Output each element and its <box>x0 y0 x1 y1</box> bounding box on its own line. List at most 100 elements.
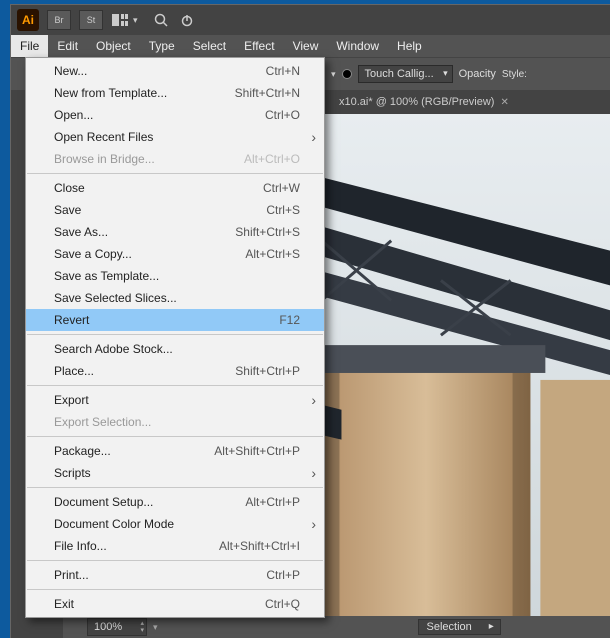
menu-separator <box>27 487 323 488</box>
menu-item-shortcut: Alt+Shift+Ctrl+I <box>219 539 300 553</box>
stock-icon[interactable]: St <box>79 10 103 30</box>
menu-file[interactable]: File <box>11 35 48 57</box>
menu-item-label: New... <box>54 64 266 78</box>
menu-item-label: Search Adobe Stock... <box>54 342 300 356</box>
menu-effect[interactable]: Effect <box>235 35 283 57</box>
menu-item-print[interactable]: Print...Ctrl+P <box>26 564 324 586</box>
menu-item-shortcut: Ctrl+P <box>266 568 300 582</box>
menu-item-label: Document Setup... <box>54 495 245 509</box>
menu-item-document-color-mode[interactable]: Document Color Mode <box>26 513 324 535</box>
zoom-value: 100% <box>94 621 122 633</box>
menu-item-shortcut: F12 <box>279 313 300 327</box>
menu-item-browse-in-bridge: Browse in Bridge...Alt+Ctrl+O <box>26 148 324 170</box>
menu-item-document-setup[interactable]: Document Setup...Alt+Ctrl+P <box>26 491 324 513</box>
zoom-field[interactable]: 100% ▴▾ <box>87 618 147 636</box>
menu-type[interactable]: Type <box>140 35 184 57</box>
menu-separator <box>27 560 323 561</box>
menu-item-open-recent-files[interactable]: Open Recent Files <box>26 126 324 148</box>
ai-logo: Ai <box>17 9 39 31</box>
close-icon[interactable]: ✕ <box>500 97 508 108</box>
menu-item-close[interactable]: CloseCtrl+W <box>26 177 324 199</box>
menu-item-export[interactable]: Export <box>26 389 324 411</box>
menu-item-scripts[interactable]: Scripts <box>26 462 324 484</box>
menu-item-label: Save as Template... <box>54 269 300 283</box>
menu-item-label: Exit <box>54 597 265 611</box>
menu-item-open[interactable]: Open...Ctrl+O <box>26 104 324 126</box>
app-window: Ai Br St ▾ File Edit Object Type Select … <box>10 4 610 638</box>
menu-item-label: Export <box>54 393 300 407</box>
menu-item-label: Save a Copy... <box>54 247 245 261</box>
titlebar: Ai Br St ▾ <box>11 5 610 35</box>
menu-item-shortcut: Shift+Ctrl+N <box>235 86 300 100</box>
menubar: File Edit Object Type Select Effect View… <box>11 35 610 57</box>
menu-item-new-from-template[interactable]: New from Template...Shift+Ctrl+N <box>26 82 324 104</box>
document-tab[interactable]: x10.ai* @ 100% (RGB/Preview) ✕ <box>331 92 517 112</box>
menu-item-shortcut: Ctrl+W <box>263 181 300 195</box>
menu-item-label: Open... <box>54 108 265 122</box>
chevron-down-icon[interactable]: ▾ <box>133 15 138 26</box>
menu-item-save-a-copy[interactable]: Save a Copy...Alt+Ctrl+S <box>26 243 324 265</box>
menu-item-label: Document Color Mode <box>54 517 300 531</box>
menu-window[interactable]: Window <box>327 35 388 57</box>
menu-item-shortcut: Ctrl+Q <box>265 597 300 611</box>
menu-item-shortcut: Ctrl+O <box>265 108 300 122</box>
menu-item-label: Browse in Bridge... <box>54 152 244 166</box>
menu-separator <box>27 436 323 437</box>
menu-item-save[interactable]: SaveCtrl+S <box>26 199 324 221</box>
menu-item-label: Open Recent Files <box>54 130 300 144</box>
brush-dropdown[interactable]: Touch Callig... <box>358 65 453 83</box>
menu-item-shortcut: Alt+Shift+Ctrl+P <box>214 444 300 458</box>
menu-item-shortcut: Alt+Ctrl+S <box>245 247 300 261</box>
menu-item-search-adobe-stock[interactable]: Search Adobe Stock... <box>26 338 324 360</box>
menu-item-label: Revert <box>54 313 279 327</box>
stepper-arrows-icon[interactable]: ▴▾ <box>140 620 144 634</box>
menu-view[interactable]: View <box>284 35 328 57</box>
menu-item-save-as[interactable]: Save As...Shift+Ctrl+S <box>26 221 324 243</box>
menu-item-label: Package... <box>54 444 214 458</box>
menu-select[interactable]: Select <box>184 35 235 57</box>
menu-item-export-selection: Export Selection... <box>26 411 324 433</box>
menu-item-label: Print... <box>54 568 266 582</box>
stroke-swatch[interactable] <box>342 69 352 79</box>
menu-item-revert[interactable]: RevertF12 <box>26 309 324 331</box>
menu-item-package[interactable]: Package...Alt+Shift+Ctrl+P <box>26 440 324 462</box>
chevron-down-icon[interactable]: ▾ <box>331 69 336 80</box>
file-menu-dropdown: New...Ctrl+NNew from Template...Shift+Ct… <box>25 57 325 618</box>
menu-item-label: New from Template... <box>54 86 235 100</box>
tab-title: x10.ai* @ 100% (RGB/Preview) <box>339 96 494 108</box>
menu-separator <box>27 589 323 590</box>
power-icon[interactable] <box>178 10 196 30</box>
menu-item-label: Save As... <box>54 225 235 239</box>
menu-item-label: Close <box>54 181 263 195</box>
menu-item-shortcut: Shift+Ctrl+S <box>235 225 300 239</box>
menu-item-label: Export Selection... <box>54 415 300 429</box>
menu-item-save-as-template[interactable]: Save as Template... <box>26 265 324 287</box>
menu-item-label: Scripts <box>54 466 300 480</box>
menu-item-label: Save <box>54 203 266 217</box>
menu-item-label: Place... <box>54 364 235 378</box>
menu-object[interactable]: Object <box>87 35 140 57</box>
arrange-icon[interactable] <box>111 10 129 30</box>
menu-item-exit[interactable]: ExitCtrl+Q <box>26 593 324 615</box>
menu-item-shortcut: Alt+Ctrl+O <box>244 152 300 166</box>
chevron-down-icon[interactable]: ▾ <box>153 622 158 633</box>
menu-item-save-selected-slices[interactable]: Save Selected Slices... <box>26 287 324 309</box>
menu-separator <box>27 173 323 174</box>
menu-separator <box>27 385 323 386</box>
menu-edit[interactable]: Edit <box>48 35 87 57</box>
menu-help[interactable]: Help <box>388 35 431 57</box>
menu-separator <box>27 334 323 335</box>
status-bar: 100% ▴▾ ▾ Selection <box>63 616 610 638</box>
bridge-icon[interactable]: Br <box>47 10 71 30</box>
menu-item-label: Save Selected Slices... <box>54 291 300 305</box>
menu-item-file-info[interactable]: File Info...Alt+Shift+Ctrl+I <box>26 535 324 557</box>
menu-item-shortcut: Shift+Ctrl+P <box>235 364 300 378</box>
search-icon[interactable] <box>152 10 170 30</box>
menu-item-shortcut: Alt+Ctrl+P <box>245 495 300 509</box>
menu-item-shortcut: Ctrl+N <box>266 64 300 78</box>
menu-item-shortcut: Ctrl+S <box>266 203 300 217</box>
selection-dropdown[interactable]: Selection <box>418 619 501 635</box>
opacity-label: Opacity <box>459 68 496 80</box>
menu-item-new[interactable]: New...Ctrl+N <box>26 60 324 82</box>
menu-item-place[interactable]: Place...Shift+Ctrl+P <box>26 360 324 382</box>
